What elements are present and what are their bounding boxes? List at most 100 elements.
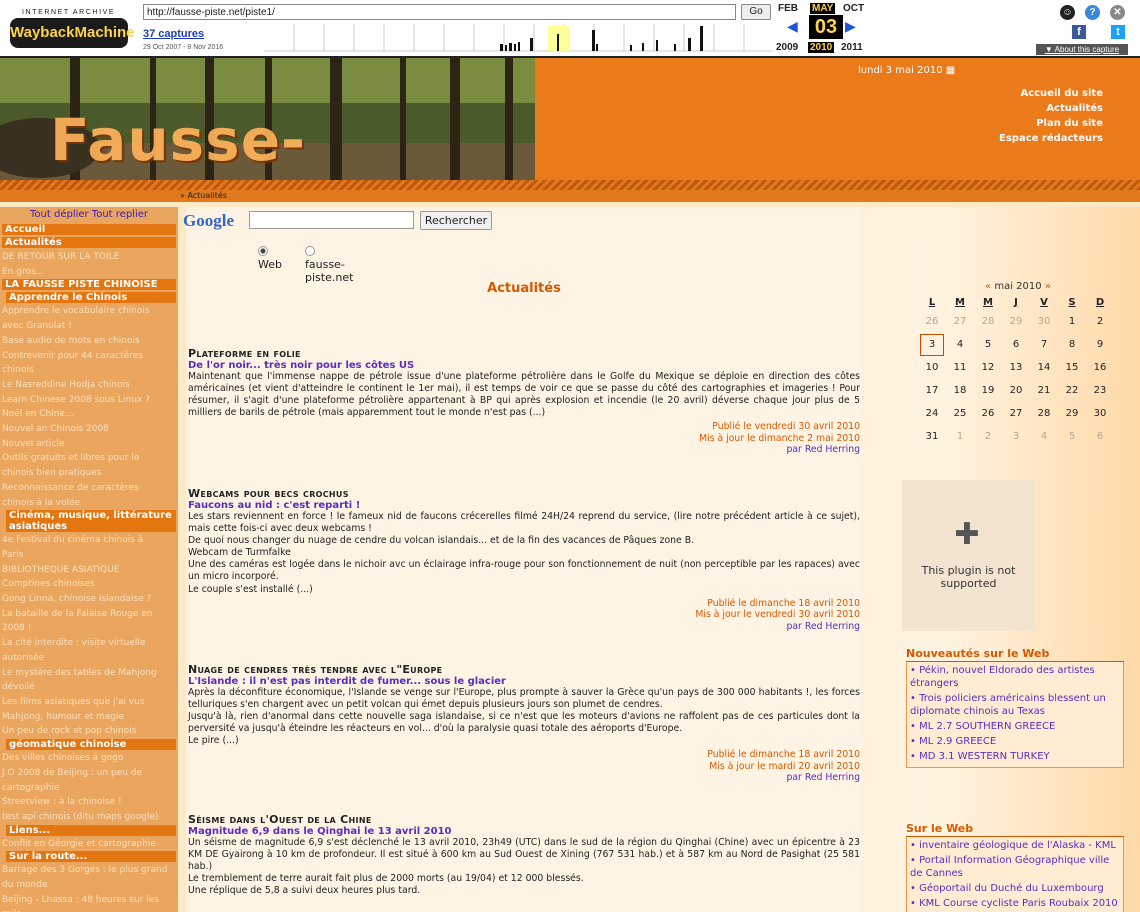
sidebar-item[interactable]: Nouvel article (0, 437, 178, 452)
sidebar-subheading[interactable]: géomatique chinoise (6, 739, 176, 751)
sidebar-item[interactable]: Reconnaissance de caractères (0, 481, 178, 496)
sidebar-subheading[interactable]: Apprendre le Chinois (6, 292, 176, 304)
calendar-day[interactable]: 11 (946, 356, 974, 379)
sidebar-item[interactable]: Barrage des 3 Gorges : le plus grand (0, 863, 178, 878)
calendar-day[interactable]: 13 (1002, 356, 1030, 379)
nouveaute-link[interactable]: ML 2.7 SOUTHERN GREECE (910, 720, 1120, 733)
calendar-day[interactable]: 19 (974, 379, 1002, 402)
sidebar-item[interactable]: Comptines chinoises (0, 577, 178, 592)
nav-plan[interactable]: Plan du site (1036, 118, 1103, 129)
calendar-prev[interactable]: « (985, 281, 991, 292)
sidebar-item[interactable]: avec Granulat ! (0, 319, 178, 334)
sidebar-subheading[interactable]: Cinéma, musique, littérature asiatiques (6, 510, 176, 533)
surleweb-link[interactable]: inventaire géologique de l'Alaska - KML (910, 839, 1120, 852)
sidebar-item[interactable]: Paris (0, 548, 178, 563)
sidebar-item[interactable]: BIBLIOTHEQUE ASIATIQUE (0, 563, 178, 578)
calendar-day[interactable]: 7 (1030, 333, 1058, 356)
year-next[interactable]: 2011 (841, 42, 863, 53)
sidebar-item[interactable]: dévoilé (0, 680, 178, 695)
calendar-day[interactable]: 1 (1058, 310, 1086, 333)
calendar-day[interactable]: 17 (918, 379, 946, 402)
calendar-day[interactable]: 20 (1002, 379, 1030, 402)
calendar-day[interactable]: 12 (974, 356, 1002, 379)
sidebar-heading[interactable]: Accueil (2, 224, 176, 235)
calendar-day[interactable]: 15 (1058, 356, 1086, 379)
calendar-day[interactable]: 21 (1030, 379, 1058, 402)
sidebar-item[interactable]: 2008 ! (0, 621, 178, 636)
radio-site[interactable]: fausse-piste.net (305, 245, 353, 284)
calendar-day[interactable]: 28 (1030, 402, 1058, 425)
article-title[interactable]: Nuage de cendres très tendre avec l"Euro… (188, 663, 860, 676)
calendar-day[interactable]: 26 (974, 402, 1002, 425)
calendar-day[interactable]: 16 (1086, 356, 1114, 379)
today-marker[interactable]: 3 (920, 333, 944, 356)
calendar-day[interactable]: 18 (946, 379, 974, 402)
sidebar-item[interactable]: Des villes chinoises à gogo (0, 751, 178, 766)
article-title[interactable]: Séisme dans l'Ouest de la Chine (188, 813, 860, 826)
go-button[interactable]: Go (741, 4, 771, 20)
calendar-day[interactable]: 9 (1086, 333, 1114, 356)
url-input[interactable]: http://fausse-piste.net/piste1/ (143, 4, 736, 20)
sidebar-item[interactable]: chinois (0, 363, 178, 378)
sidebar-item[interactable]: chinois à la volée (0, 496, 178, 511)
sidebar-item[interactable]: 4e Festival du cinéma chinois à (0, 533, 178, 548)
calendar-day[interactable]: 5 (974, 333, 1002, 356)
sidebar-item[interactable]: Apprendre le vocabulaire chinois (0, 304, 178, 319)
sidebar-item[interactable]: Base audio de mots en chinois (0, 334, 178, 349)
calendar-day[interactable]: 22 (1058, 379, 1086, 402)
nouveaute-link[interactable]: MD 3.1 WESTERN TURKEY (910, 750, 1120, 763)
sidebar-item[interactable]: Beijing - Lhassa : 48 heures sur les (0, 893, 178, 908)
surleweb-link[interactable]: Portail Information Géographique ville d… (910, 854, 1120, 880)
wayback-logo[interactable]: WaybackMachine (10, 18, 135, 48)
sidebar-item[interactable]: autorisée (0, 651, 178, 666)
sidebar-item[interactable]: Mahjong, humour et magie (0, 710, 178, 725)
calendar-day[interactable]: 2 (1086, 310, 1114, 333)
calendar-day[interactable]: 31 (918, 425, 946, 448)
calendar-day[interactable]: 29 (1058, 402, 1086, 425)
sidebar-item[interactable]: Le mystère des tables de Mahjong (0, 666, 178, 681)
calendar-day[interactable]: 4 (946, 333, 974, 356)
sidebar-item[interactable]: DE RETOUR SUR LA TOILE (0, 250, 178, 265)
calendar-day[interactable]: 8 (1058, 333, 1086, 356)
sidebar-item[interactable]: Streetview : à la chinoise ! (0, 795, 178, 810)
calendar-day[interactable]: 27 (1002, 402, 1030, 425)
sidebar-subheading[interactable]: Sur la route... (6, 851, 176, 863)
sidebar-item[interactable]: La bataille de la Falaise Rouge en (0, 607, 178, 622)
calendar-day[interactable]: 14 (1030, 356, 1058, 379)
sidebar-item[interactable]: La cité interdite : visite virtuelle (0, 636, 178, 651)
capture-sparkline[interactable] (264, 24, 772, 52)
nav-redacteurs[interactable]: Espace rédacteurs (999, 133, 1103, 144)
sidebar-item[interactable]: Nouvel an Chinois 2008 (0, 422, 178, 437)
sidebar-heading[interactable]: Actualités (2, 237, 176, 248)
calendar-icon[interactable]: ▦ (946, 65, 955, 76)
captures-link[interactable]: 37 captures (143, 28, 204, 40)
search-input[interactable] (249, 211, 414, 229)
sidebar-item[interactable]: test api chinois (ditu maps google) (0, 810, 178, 825)
surleweb-link[interactable]: Géoportail du Duché du Luxembourg (910, 882, 1120, 895)
close-icon[interactable]: ✕ (1110, 5, 1125, 20)
user-icon[interactable]: ☺ (1060, 5, 1075, 20)
year-prev[interactable]: 2009 (776, 42, 798, 53)
sidebar-item[interactable]: J.O 2008 de Beijing : un peu de (0, 766, 178, 781)
article-author[interactable]: par Red Herring (188, 621, 860, 633)
article-title[interactable]: Plateforme en folie (188, 347, 860, 360)
sidebar-item[interactable]: Le Nasreddine Hodja chinois (0, 378, 178, 393)
nouveaute-link[interactable]: ML 2.9 GREECE (910, 735, 1120, 748)
sidebar-item[interactable]: cartographie (0, 781, 178, 796)
sidebar-heading[interactable]: LA FAUSSE PISTE CHINOISE (2, 279, 176, 291)
calendar-day[interactable]: 24 (918, 402, 946, 425)
sidebar-item[interactable]: Learn Chinese 2008 sous Linux ? (0, 393, 178, 408)
article-title[interactable]: Webcams pour becs crochus (188, 487, 860, 500)
sidebar-item[interactable]: chinois bien pratiques (0, 466, 178, 481)
article-author[interactable]: par Red Herring (188, 444, 860, 456)
about-capture-link[interactable]: ▼ About this capture (1036, 44, 1128, 55)
prev-arrow-icon[interactable]: ◀ (787, 18, 798, 35)
next-arrow-icon[interactable]: ▶ (845, 18, 856, 35)
facebook-icon[interactable]: f (1072, 25, 1086, 39)
surleweb-link[interactable]: KML Course cycliste Paris Roubaix 2010 (910, 897, 1120, 910)
sidebar-item[interactable]: Gong Linna, chinoise islandaise ? (0, 592, 178, 607)
sidebar-item[interactable]: Noël en Chine... (0, 407, 178, 422)
article-author[interactable]: par Red Herring (188, 772, 860, 784)
nav-actualites[interactable]: Actualités (1046, 103, 1103, 114)
twitter-icon[interactable]: t (1111, 25, 1125, 39)
